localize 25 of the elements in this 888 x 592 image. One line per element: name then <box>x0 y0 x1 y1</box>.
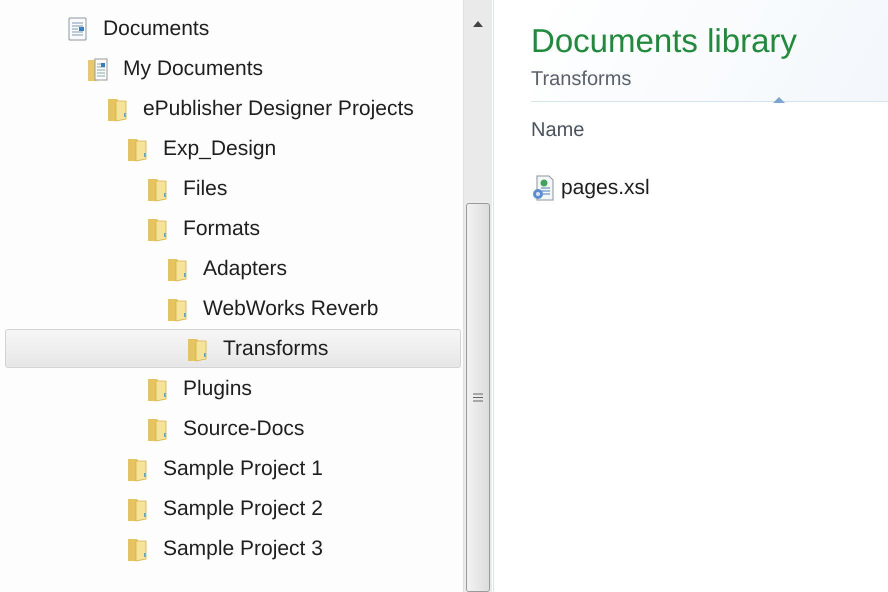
tree-item[interactable]: WebWorks Reverb <box>5 289 461 328</box>
library-title: Documents library <box>531 22 798 60</box>
script-file-icon <box>531 175 555 201</box>
document-icon <box>67 16 89 40</box>
tree-item[interactable]: My Documents <box>5 49 461 88</box>
tree-item[interactable]: ePublisher Designer Projects <box>5 89 461 128</box>
column-header[interactable]: Name <box>531 118 831 142</box>
scroll-thumb[interactable] <box>466 202 490 592</box>
tree-item[interactable]: Sample Project 3 <box>5 529 461 568</box>
tree-item[interactable]: Transforms <box>5 329 461 368</box>
tree-item[interactable]: Exp_Design <box>5 129 461 168</box>
scrollbar[interactable] <box>463 0 492 592</box>
tree-item[interactable]: Files <box>5 169 461 208</box>
tree-item[interactable]: Source-Docs <box>5 409 461 448</box>
folder-subtitle: Transforms <box>531 68 632 91</box>
tree-item[interactable]: Adapters <box>5 249 461 288</box>
tree-item[interactable]: Sample Project 2 <box>5 489 461 528</box>
tree-item[interactable]: Documents <box>5 9 461 48</box>
tree-item[interactable]: Formats <box>5 209 461 248</box>
file-item[interactable]: pages.xsl <box>531 158 650 218</box>
scroll-up-icon[interactable] <box>473 21 483 27</box>
tree-item[interactable]: Plugins <box>5 369 461 408</box>
folder-document-icon <box>87 56 109 82</box>
grip-icon <box>473 392 483 402</box>
tree-item[interactable]: Sample Project 1 <box>5 449 461 488</box>
